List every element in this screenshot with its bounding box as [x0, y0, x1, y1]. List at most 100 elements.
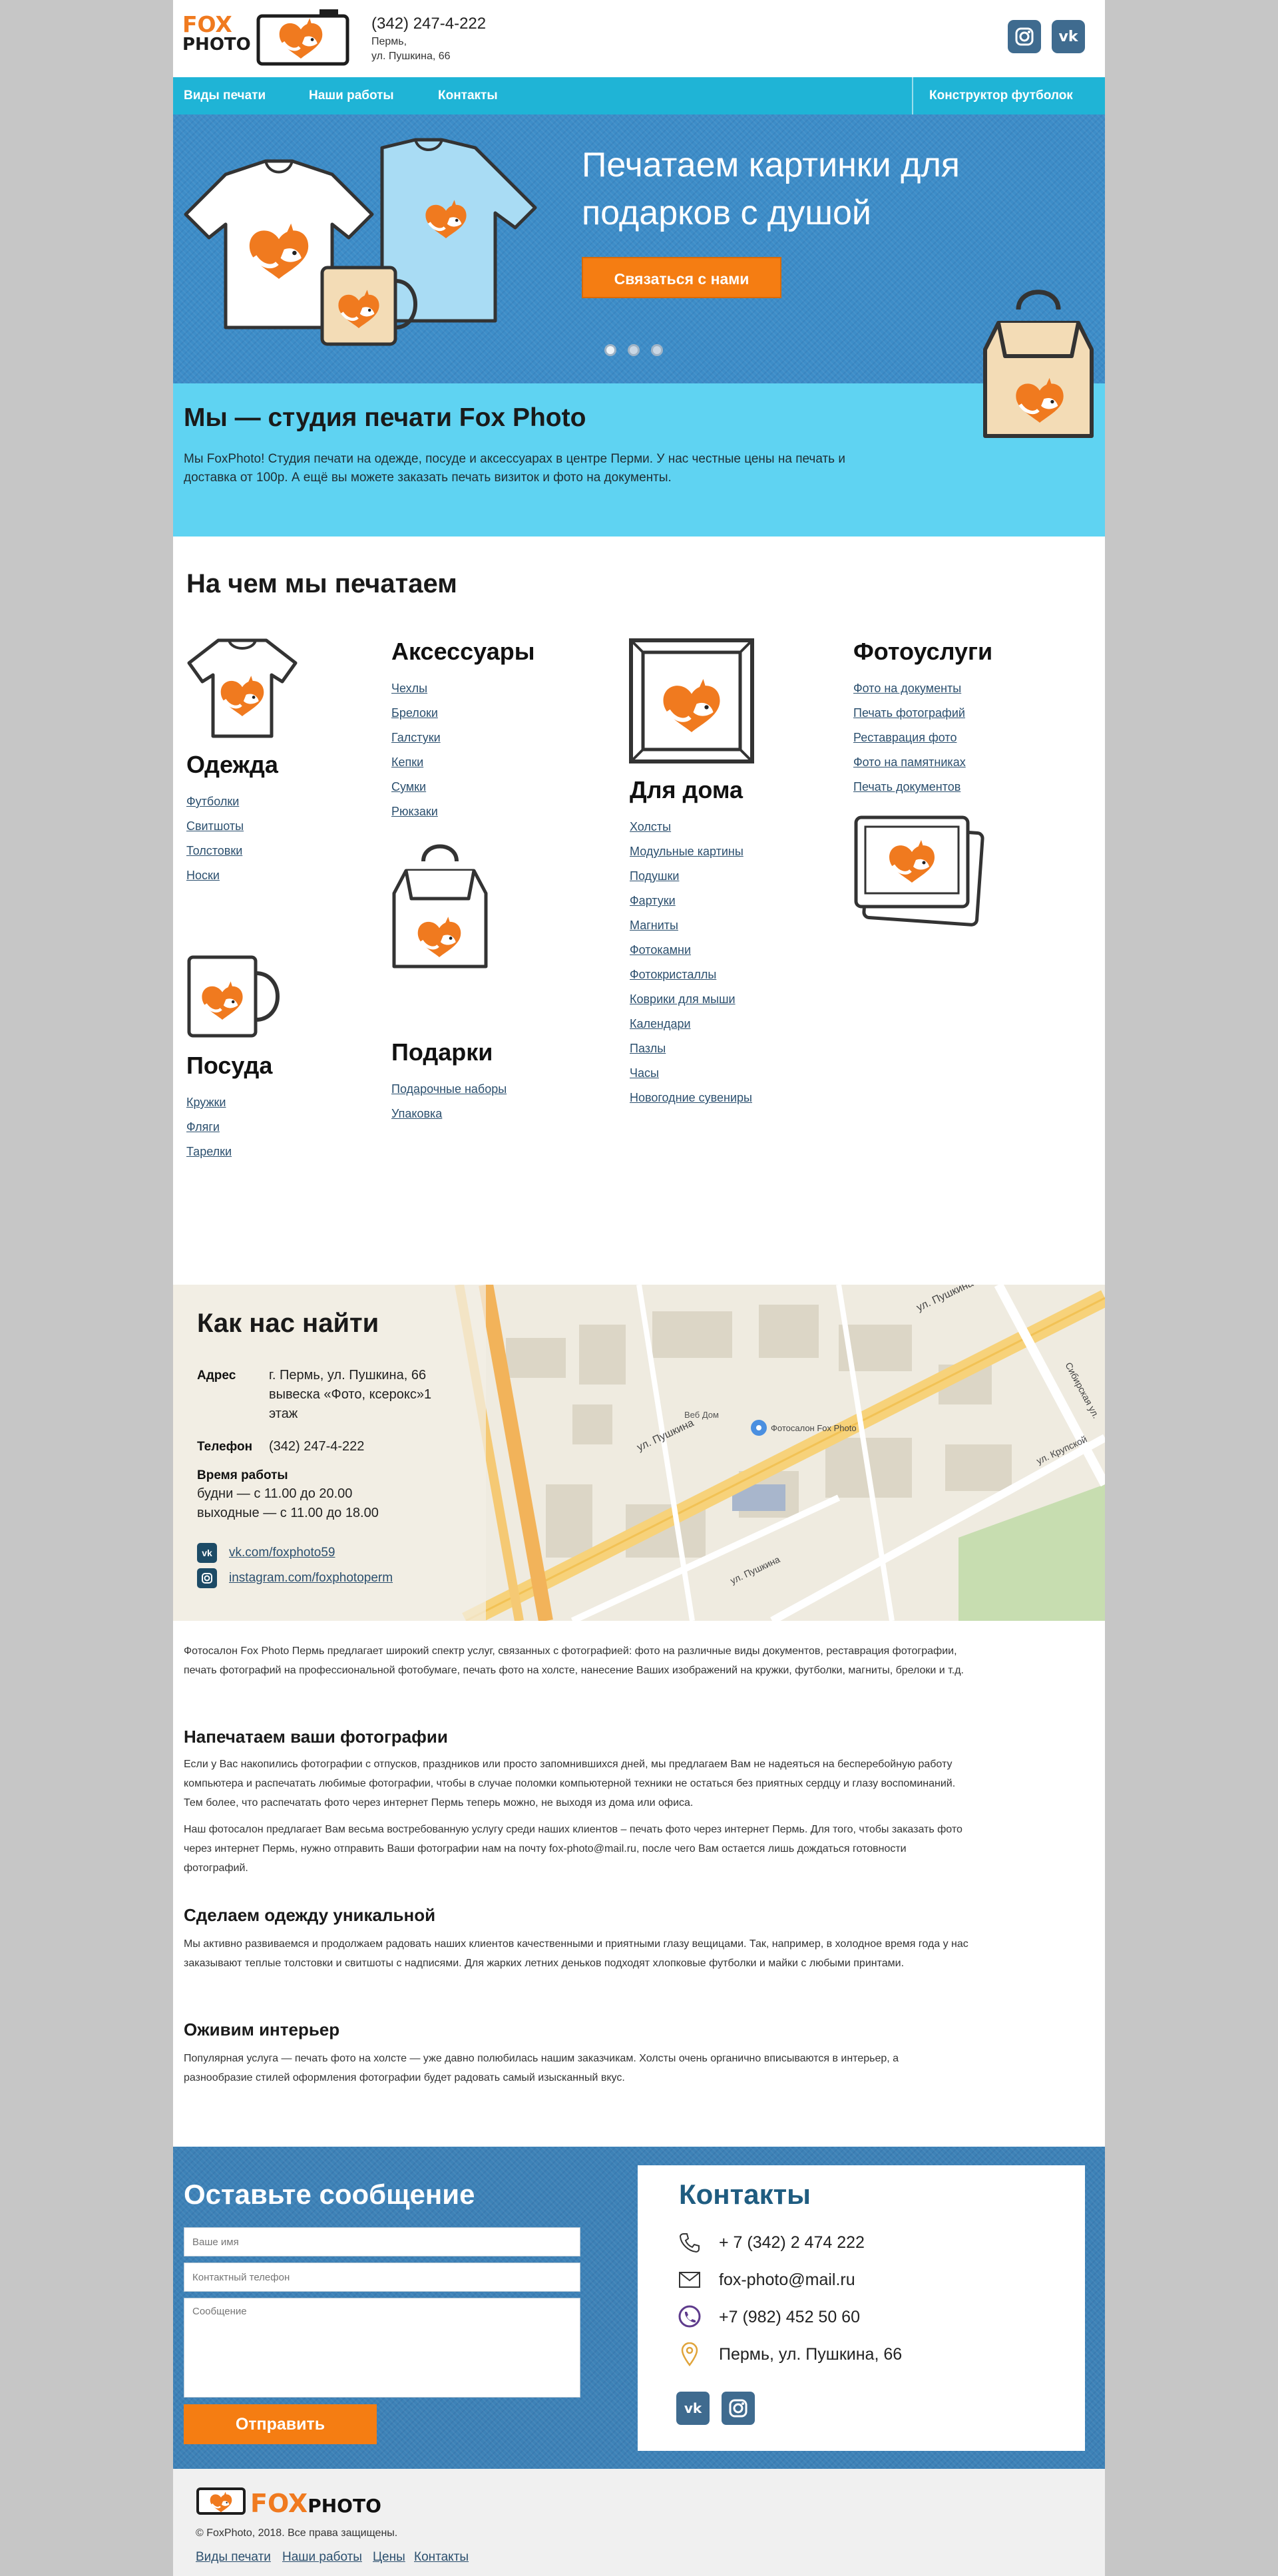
- category-title-accessories[interactable]: Аксессуары: [391, 638, 534, 666]
- link-bags[interactable]: Сумки: [391, 775, 441, 799]
- footer-logo-photo: PHOTO: [308, 2495, 381, 2517]
- main-nav: Виды печати Наши работы Контакты Констру…: [173, 77, 1105, 114]
- nav-item-tshirt-constructor[interactable]: Конструктор футболок: [929, 77, 1073, 114]
- contacts-title: Контакты: [679, 2179, 811, 2210]
- header-phone[interactable]: (342) 247-4-222: [371, 15, 486, 33]
- link-hoodies[interactable]: Толстовки: [186, 839, 244, 863]
- contacts-address: Пермь, ул. Пушкина, 66: [719, 2345, 903, 2364]
- header: FOX PHOTO (342) 247-4-222 Пермь, ул. Пуш…: [173, 0, 1105, 77]
- nav-item-contacts[interactable]: Контакты: [438, 77, 498, 114]
- link-aprons[interactable]: Фартуки: [630, 889, 752, 913]
- link-flasks[interactable]: Фляги: [186, 1115, 232, 1140]
- link-plates[interactable]: Тарелки: [186, 1140, 232, 1164]
- contact-us-button[interactable]: Связаться с нами: [582, 257, 781, 298]
- link-photo-stones[interactable]: Фотокамни: [630, 938, 752, 963]
- link-pillows[interactable]: Подушки: [630, 864, 752, 889]
- link-photo-crystals[interactable]: Фотокристаллы: [630, 963, 752, 987]
- seo-paragraph-2: Наш фотосалон предлагает Вам весьма вост…: [184, 1824, 962, 1874]
- link-clocks[interactable]: Часы: [630, 1061, 752, 1086]
- contacts-phone[interactable]: + 7 (342) 2 474 222: [719, 2233, 865, 2253]
- mug-icon: [187, 955, 280, 1038]
- link-magnets[interactable]: Магниты: [630, 913, 752, 938]
- footer-camera-logo-icon: [196, 2487, 246, 2515]
- submit-button[interactable]: Отправить: [184, 2404, 377, 2444]
- footer-link-our-works[interactable]: Наши работы: [282, 2550, 362, 2565]
- instagram-small-icon[interactable]: [197, 1568, 217, 1588]
- vk-icon[interactable]: vk: [1052, 20, 1085, 53]
- slider-dot-2[interactable]: [628, 344, 640, 356]
- link-modular-pictures[interactable]: Модульные картины: [630, 839, 752, 864]
- phone-value[interactable]: (342) 247-4-222: [269, 1437, 364, 1456]
- about-text: Мы FoxPhoto! Студия печати на одежде, по…: [184, 452, 845, 485]
- phone-input[interactable]: [184, 2262, 580, 2292]
- address-line-1: г. Пермь, ул. Пушкина, 66: [269, 1368, 427, 1383]
- contacts-email[interactable]: fox-photo@mail.ru: [719, 2270, 855, 2290]
- nav-item-our-works[interactable]: Наши работы: [309, 77, 394, 114]
- link-document-photos[interactable]: Фото на документы: [853, 676, 966, 701]
- link-canvases[interactable]: Холсты: [630, 815, 752, 839]
- hero-title: Печатаем картинки для подарков с душой: [582, 146, 960, 232]
- link-monument-photos[interactable]: Фото на памятниках: [853, 750, 966, 775]
- hours-weekend: выходные — с 11.00 до 18.00: [197, 1506, 379, 1520]
- link-sweatshirts[interactable]: Свитшоты: [186, 814, 244, 839]
- bag-icon: [392, 844, 488, 968]
- contacts-viber[interactable]: +7 (982) 452 50 60: [719, 2308, 860, 2327]
- hours-weekdays: будни — с 11.00 до 20.00: [197, 1486, 353, 1501]
- footer-logo[interactable]: FOXPHOTO: [250, 2489, 381, 2518]
- link-keychains[interactable]: Брелоки: [391, 701, 441, 726]
- footer: FOXPHOTO © FoxPhoto, 2018. Все права защ…: [173, 2469, 1105, 2576]
- category-links-accessories: Чехлы Брелоки Галстуки Кепки Сумки Рюкза…: [391, 676, 441, 824]
- link-cases[interactable]: Чехлы: [391, 676, 441, 701]
- name-input[interactable]: [184, 2227, 580, 2256]
- link-photo-printing[interactable]: Печать фотографий: [853, 701, 966, 726]
- slider-dot-1[interactable]: [604, 344, 616, 356]
- instagram-icon[interactable]: [1008, 20, 1041, 53]
- link-tshirts[interactable]: Футболки: [186, 789, 244, 814]
- logo-fox-text: FOX: [182, 11, 232, 37]
- map-poi-label: Фотосалон Fox Photo: [771, 1423, 857, 1433]
- link-document-printing[interactable]: Печать документов: [853, 775, 966, 799]
- link-new-year-souvenirs[interactable]: Новогодние сувениры: [630, 1086, 752, 1110]
- logo[interactable]: FOX PHOTO: [182, 11, 251, 55]
- category-title-dishes[interactable]: Посуда: [186, 1052, 272, 1080]
- footer-link-prices[interactable]: Цены: [373, 2550, 405, 2565]
- header-street: ул. Пушкина, 66: [371, 51, 451, 62]
- link-backpacks[interactable]: Рюкзаки: [391, 799, 441, 824]
- about-title: Мы — студия печати Fox Photo: [184, 403, 586, 432]
- link-socks[interactable]: Носки: [186, 863, 244, 888]
- category-title-gifts[interactable]: Подарки: [391, 1038, 493, 1066]
- category-links-photo-services: Фото на документы Печать фотографий Рест…: [853, 676, 966, 799]
- category-links-gifts: Подарочные наборы Упаковка: [391, 1077, 507, 1126]
- link-mugs[interactable]: Кружки: [186, 1090, 232, 1115]
- vk-small-icon[interactable]: vk: [197, 1543, 217, 1563]
- link-gift-sets[interactable]: Подарочные наборы: [391, 1077, 507, 1102]
- about-section: Мы — студия печати Fox Photo Мы FoxPhoto…: [173, 383, 1105, 537]
- instagram-link[interactable]: instagram.com/foxphotoperm: [229, 1571, 393, 1586]
- instagram-contacts-icon[interactable]: [722, 2392, 755, 2425]
- category-title-home[interactable]: Для дома: [630, 776, 743, 804]
- link-photo-restoration[interactable]: Реставрация фото: [853, 726, 966, 750]
- link-calendars[interactable]: Календари: [630, 1012, 752, 1036]
- seo-intro: Фотосалон Fox Photo Пермь предлагает шир…: [184, 1645, 964, 1676]
- category-title-photo-services[interactable]: Фотоуслуги: [853, 638, 992, 666]
- vk-link[interactable]: vk.com/foxphoto59: [229, 1546, 335, 1560]
- vk-contacts-icon[interactable]: vk: [676, 2392, 710, 2425]
- seo-heading-clothes: Сделаем одежду уникальной: [184, 1905, 436, 1925]
- link-mouse-pads[interactable]: Коврики для мыши: [630, 987, 752, 1012]
- link-packaging[interactable]: Упаковка: [391, 1102, 507, 1126]
- slider-dot-3[interactable]: [651, 344, 663, 356]
- link-caps[interactable]: Кепки: [391, 750, 441, 775]
- hours-label: Время работы: [197, 1468, 288, 1482]
- address-line-3: этаж: [269, 1406, 298, 1421]
- footer-link-print-types[interactable]: Виды печати: [196, 2550, 271, 2565]
- link-puzzles[interactable]: Пазлы: [630, 1036, 752, 1061]
- viber-icon: [676, 2304, 703, 2330]
- category-title-clothes[interactable]: Одежда: [186, 751, 278, 779]
- hero-products-illustration: [184, 138, 537, 346]
- nav-item-print-types[interactable]: Виды печати: [184, 77, 266, 114]
- link-ties[interactable]: Галстуки: [391, 726, 441, 750]
- message-textarea[interactable]: [184, 2298, 580, 2398]
- seo-paragraph-4: Популярная услуга — печать фото на холст…: [184, 2053, 899, 2083]
- footer-link-contacts[interactable]: Контакты: [414, 2550, 469, 2565]
- footer-copyright: © FoxPhoto, 2018. Все права защищены.: [196, 2527, 398, 2539]
